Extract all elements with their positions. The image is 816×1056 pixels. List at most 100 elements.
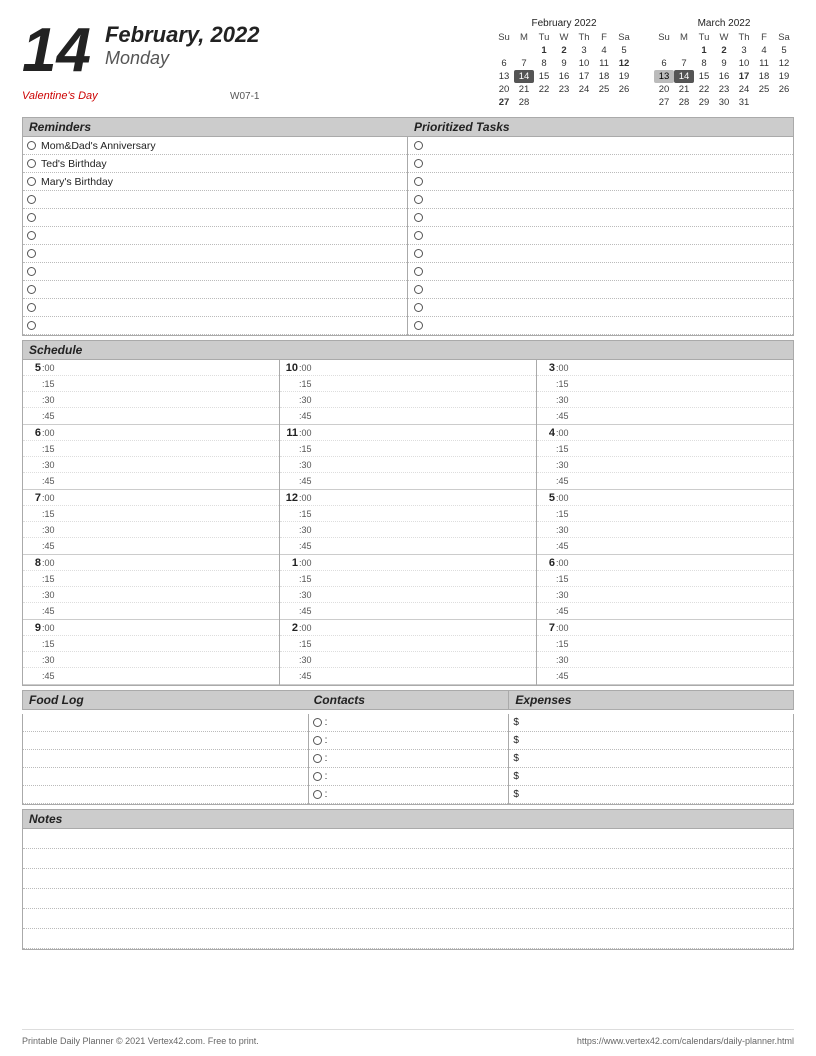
hour-block: 6:00:15:30:45 [537,555,793,620]
cal-day: 24 [574,83,594,96]
hour-minute: :45 [556,476,576,486]
cal-day: 17 [734,70,754,83]
hour-slot: 7:00 [537,620,793,636]
task-circle [414,303,423,312]
footer-left: Printable Daily Planner © 2021 Vertex42.… [22,1036,259,1046]
hour-minute: :30 [299,460,319,470]
bottom-header-row: Food Log Contacts Expenses [22,690,794,710]
hour-slot: :45 [537,473,793,489]
hour-block: 1:00:15:30:45 [280,555,536,620]
hour-block: 7:00:15:30:45 [23,490,279,555]
reminders-tasks: Mom&Dad's AnniversaryTed's BirthdayMary'… [22,137,794,336]
hour-minute: :15 [299,509,319,519]
cal-day: 14 [514,70,534,83]
schedule-col-1: 5:00:15:30:456:00:15:30:457:00:15:30:458… [23,360,280,685]
cal-day: 27 [494,96,514,109]
contact-colon: : [325,753,328,764]
schedule-grid: 5:00:15:30:456:00:15:30:457:00:15:30:458… [22,360,794,686]
hour-minute: :30 [556,525,576,535]
mar-header-m: M [674,31,694,44]
cal-day: 4 [594,44,614,57]
cal-day: 25 [594,83,614,96]
cal-day: 20 [494,83,514,96]
notes-row [23,909,793,929]
hour-minute: :45 [299,411,319,421]
day-name: Monday [105,48,260,69]
bottom-sections: ::::: $$$$$ [22,714,794,805]
hour-slot: :45 [537,668,793,684]
cal-day: 11 [754,57,774,70]
hour-minute: :45 [299,671,319,681]
cal-day: 12 [774,57,794,70]
hour-minute: :00 [42,363,62,373]
cal-day: 3 [734,44,754,57]
day-info: February, 2022 Monday [105,22,260,69]
cal-day: 8 [534,57,554,70]
hour-block: 8:00:15:30:45 [23,555,279,620]
hour-slot: :15 [280,441,536,457]
hour-number: 6 [25,427,41,439]
task-row [408,317,793,335]
contact-row: : [309,732,509,750]
hour-number: 7 [539,622,555,634]
hour-slot: :45 [537,408,793,424]
cal-day: 8 [694,57,714,70]
notes-row [23,869,793,889]
hour-slot: :45 [537,538,793,554]
hour-minute: :15 [42,444,62,454]
task-row [408,227,793,245]
hour-slot: :45 [23,538,279,554]
february-calendar: February 2022 Su M Tu W Th F Sa 123 [494,18,634,109]
mar-header-su: Su [654,31,674,44]
cal-day: 11 [594,57,614,70]
reminder-row: Mom&Dad's Anniversary [23,137,407,155]
cal-day [554,96,574,109]
hour-minute: :45 [299,541,319,551]
cal-day: 19 [614,70,634,83]
hour-minute: :15 [556,509,576,519]
reminders-col: Mom&Dad's AnniversaryTed's BirthdayMary'… [23,137,408,335]
contact-colon: : [325,717,328,728]
hour-slot: :45 [280,603,536,619]
food-row [23,786,308,804]
hour-minute: :00 [556,428,576,438]
hour-block: 11:00:15:30:45 [280,425,536,490]
hour-number: 9 [25,622,41,634]
hour-slot: :45 [280,668,536,684]
hour-minute: :00 [42,493,62,503]
feb-header-tu: Tu [534,31,554,44]
notes-row [23,849,793,869]
mar-cal-title: March 2022 [654,18,794,29]
hour-minute: :15 [556,444,576,454]
holiday-row: Valentine's Day W07-1 [22,90,259,102]
task-circle [414,321,423,330]
hour-slot: :30 [23,392,279,408]
reminder-text: Mary's Birthday [41,176,113,188]
hour-block: 4:00:15:30:45 [537,425,793,490]
hour-minute: :45 [42,541,62,551]
expense-dollar: $ [513,717,525,728]
mar-header-f: F [754,31,774,44]
cal-day: 9 [554,57,574,70]
food-row [23,732,308,750]
cal-day [654,44,674,57]
hour-block: 3:00:15:30:45 [537,360,793,425]
hour-slot: :15 [537,506,793,522]
cal-day: 5 [614,44,634,57]
cal-day: 10 [734,57,754,70]
hour-minute: :30 [556,460,576,470]
schedule-section: Schedule 5:00:15:30:456:00:15:30:457:00:… [22,340,794,686]
cal-day: 20 [654,83,674,96]
reminder-circle [27,195,36,204]
hour-slot: :30 [23,457,279,473]
contacts-col: ::::: [308,714,509,805]
tasks-section-header: Prioritized Tasks [408,117,794,137]
task-circle [414,285,423,294]
task-circle [414,213,423,222]
task-circle [414,231,423,240]
task-circle [414,159,423,168]
hour-minute: :30 [299,655,319,665]
hour-number: 12 [282,492,298,504]
hour-minute: :30 [42,525,62,535]
task-row [408,281,793,299]
